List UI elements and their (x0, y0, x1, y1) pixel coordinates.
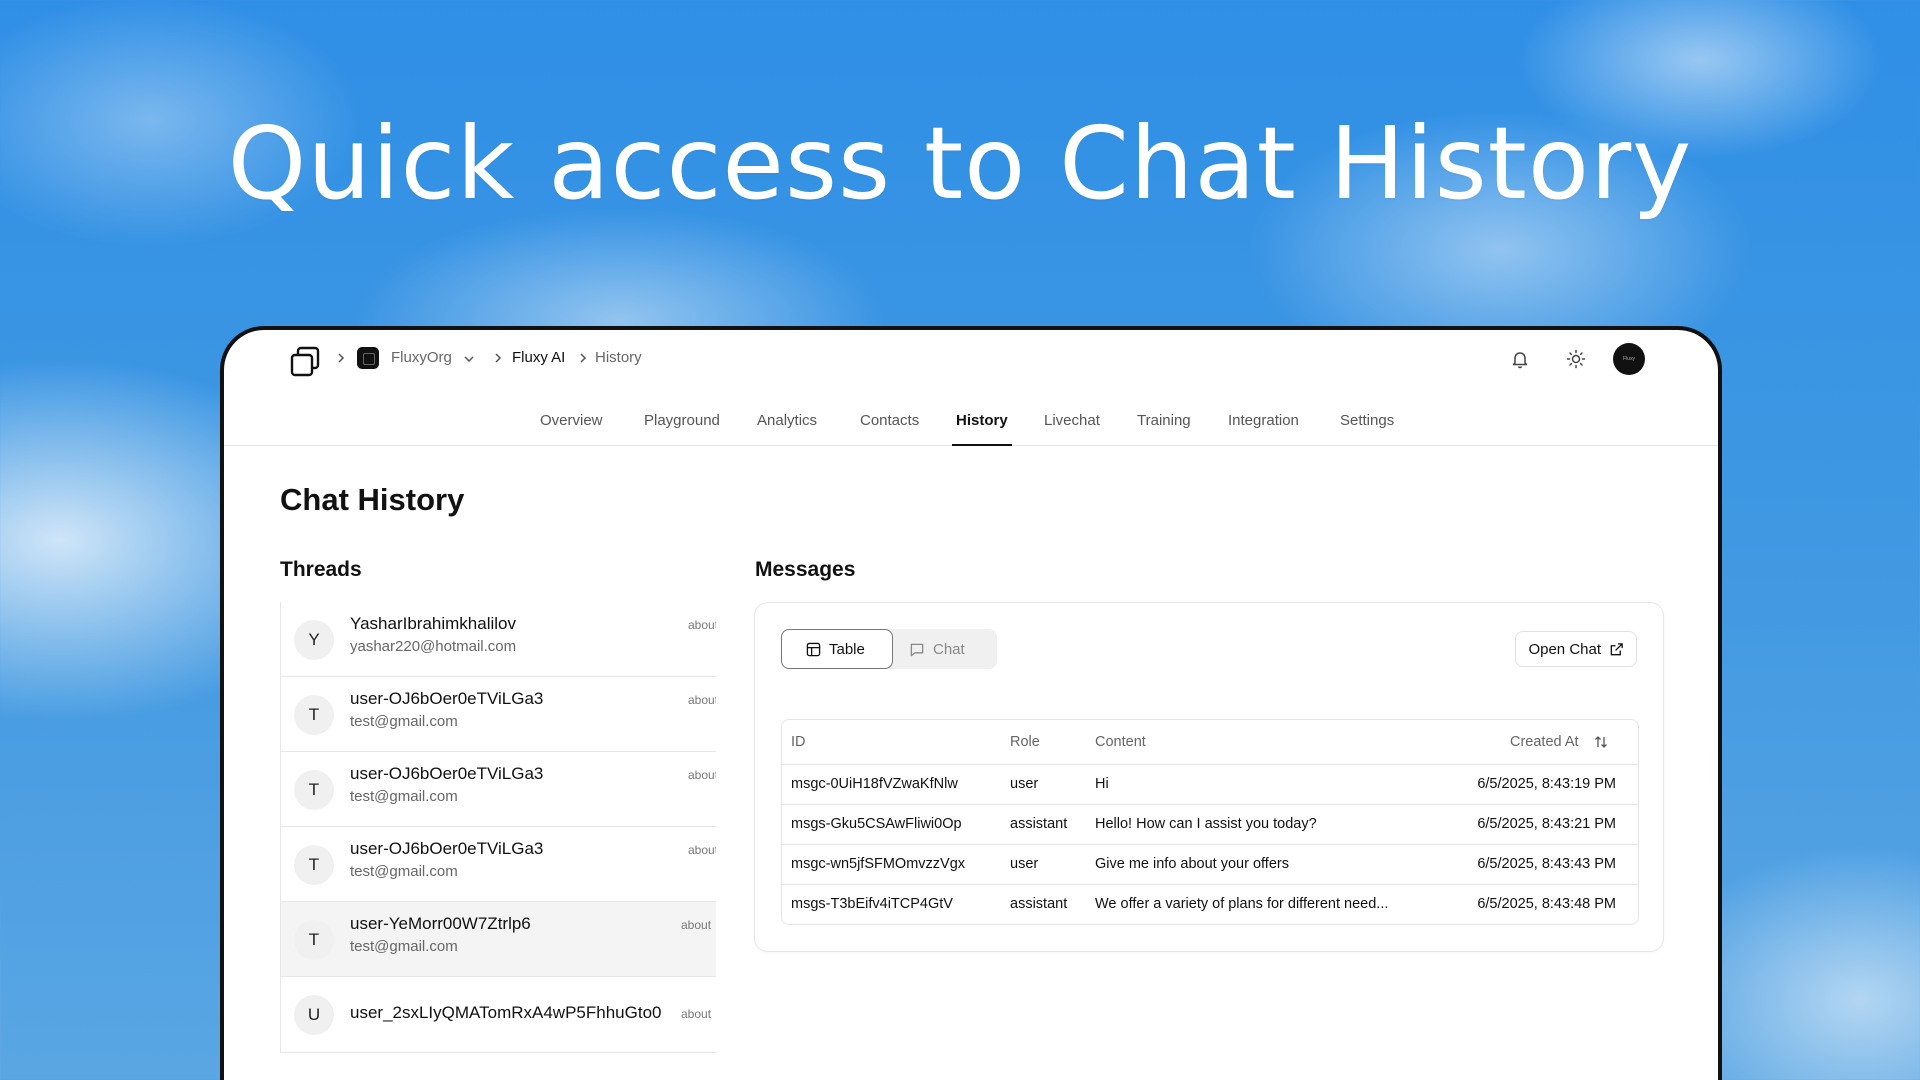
thread-time: about (688, 843, 716, 857)
cell-role: user (1001, 764, 1086, 805)
cell-id: msgs-Gku5CSAwFliwi0Op (782, 804, 1001, 845)
chat-view-label: Chat (933, 640, 965, 658)
thread-avatar: T (294, 845, 334, 885)
sort-icon[interactable] (1593, 734, 1609, 750)
col-role: Role (1001, 720, 1086, 765)
sun-icon[interactable] (1564, 347, 1588, 371)
cell-id: msgs-T3bEifv4iTCP4GtV (791, 896, 953, 913)
cell-content: Hello! How can I assist you today? (1086, 804, 1440, 845)
thread-item[interactable]: T user-OJ6bOer0eTViLGa3 test@gmail.com a… (281, 827, 716, 902)
chat-view-button[interactable]: Chat (893, 629, 997, 669)
thread-name: user_2sxLIyQMATomRxA4wP5FhhuGto0 (350, 1003, 662, 1022)
col-created-at-label: Created At (1510, 733, 1579, 750)
top-bar: FluxyOrg Fluxy AI History Fluxy (224, 330, 1718, 390)
messages-table: ID Role Content Created At msgc-0UiH18fV… (781, 719, 1639, 925)
table-header-row: ID Role Content Created At (782, 720, 1638, 765)
app-logo-icon[interactable] (288, 345, 322, 379)
thread-avatar: T (294, 695, 334, 735)
breadcrumb-page: History (595, 349, 642, 366)
cell-id: msgc-wn5jfSFMOmvzzVgx (782, 844, 1001, 885)
thread-name: user-OJ6bOer0eTViLGa3 (350, 839, 544, 858)
thread-time: about (681, 918, 712, 932)
cell-created-at: 6/5/2025, 8:43:43 PM (1440, 844, 1638, 885)
open-chat-label: Open Chat (1528, 640, 1601, 658)
cell-created-at: 6/5/2025, 8:43:19 PM (1440, 764, 1638, 805)
thread-email: test@gmail.com (350, 713, 458, 730)
breadcrumb-project[interactable]: Fluxy AI (512, 349, 565, 366)
hero-title: Quick access to Chat History (227, 105, 1693, 222)
table-row[interactable]: msgs-Gku5CSAwFliwi0Op assistant Hello! H… (782, 804, 1638, 845)
thread-time: about (688, 768, 716, 782)
thread-time: about (681, 1007, 712, 1021)
thread-email: test@gmail.com (350, 788, 458, 805)
tab-analytics[interactable]: Analytics (757, 412, 817, 446)
thread-avatar: Y (294, 620, 334, 660)
table-row[interactable]: msgc-wn5jfSFMOmvzzVgx user Give me info … (782, 844, 1638, 885)
messages-card: Table Chat Open Chat ID Role Content Cre… (754, 602, 1664, 952)
chevron-right-icon (495, 353, 502, 363)
table-row[interactable]: msgs-T3bEifv4iTCP4GtV assistant We offer… (782, 884, 1638, 924)
tab-overview[interactable]: Overview (540, 412, 603, 446)
bell-icon[interactable] (1508, 347, 1532, 371)
tab-settings[interactable]: Settings (1340, 412, 1394, 446)
table-row[interactable]: msgc-0UiH18fVZwaKfNlw user Hi 6/5/2025, … (782, 764, 1638, 805)
app-window: FluxyOrg Fluxy AI History Fluxy Overview… (220, 326, 1722, 1080)
thread-email: yashar220@hotmail.com (350, 638, 517, 655)
chat-bubble-icon (910, 643, 924, 656)
thread-time: about (688, 618, 716, 632)
thread-avatar: U (294, 995, 334, 1035)
cell-role: assistant (1001, 804, 1086, 845)
table-view-label: Table (829, 640, 865, 658)
col-created-at[interactable]: Created At (1440, 720, 1638, 765)
col-id: ID (782, 720, 1001, 765)
page-title: Chat History (280, 482, 465, 517)
thread-avatar: T (294, 920, 334, 960)
messages-title: Messages (755, 558, 856, 581)
table-view-button[interactable]: Table (781, 629, 893, 669)
table-icon (806, 642, 821, 656)
thread-item-selected[interactable]: T user-YeMorr00W7Ztrlp6 test@gmail.com a… (281, 902, 716, 977)
cell-created-at: 6/5/2025, 8:43:48 PM (1477, 896, 1616, 913)
cell-created-at: 6/5/2025, 8:43:21 PM (1440, 804, 1638, 845)
chevron-right-icon (338, 353, 345, 363)
thread-name: user-OJ6bOer0eTViLGa3 (350, 764, 544, 783)
cell-role: user (1001, 844, 1086, 885)
thread-name: YasharIbrahimkhalilov (350, 614, 516, 633)
chevron-down-icon[interactable] (462, 352, 476, 366)
cell-content: Give me info about your offers (1086, 844, 1440, 885)
thread-item[interactable]: T user-OJ6bOer0eTViLGa3 test@gmail.com a… (281, 677, 716, 752)
cell-content: We offer a variety of plans for differen… (1095, 896, 1389, 913)
threads-list: Y YasharIbrahimkhalilov yashar220@hotmai… (280, 602, 716, 1053)
thread-item[interactable]: T user-OJ6bOer0eTViLGa3 test@gmail.com a… (281, 752, 716, 827)
col-content: Content (1086, 720, 1440, 765)
open-chat-button[interactable]: Open Chat (1515, 631, 1637, 667)
threads-title: Threads (280, 558, 362, 581)
thread-email: test@gmail.com (350, 863, 458, 880)
thread-name: user-YeMorr00W7Ztrlp6 (350, 914, 531, 933)
cell-content: Hi (1086, 764, 1440, 805)
cell-role: assistant (1010, 896, 1068, 913)
tab-history[interactable]: History (952, 412, 1012, 446)
tab-playground[interactable]: Playground (644, 412, 720, 446)
tab-integration[interactable]: Integration (1228, 412, 1299, 446)
tab-contacts[interactable]: Contacts (860, 412, 919, 446)
external-link-icon (1610, 642, 1623, 655)
user-avatar[interactable]: Fluxy (1613, 343, 1645, 375)
thread-item[interactable]: Y YasharIbrahimkhalilov yashar220@hotmai… (281, 602, 716, 677)
thread-email: test@gmail.com (350, 938, 458, 955)
thread-name: user-OJ6bOer0eTViLGa3 (350, 689, 544, 708)
thread-time: about (688, 693, 716, 707)
tab-training[interactable]: Training (1137, 412, 1191, 446)
view-toggle: Table Chat (781, 629, 997, 669)
org-logo-icon (357, 347, 379, 369)
nav-tabs: Overview Playground Analytics Contacts H… (224, 390, 1718, 446)
tab-livechat[interactable]: Livechat (1044, 412, 1100, 446)
breadcrumb-org[interactable]: FluxyOrg (391, 349, 452, 366)
thread-avatar: T (294, 770, 334, 810)
thread-item[interactable]: U user_2sxLIyQMATomRxA4wP5FhhuGto0 about (281, 977, 716, 1052)
chevron-right-icon (580, 353, 587, 363)
cell-id: msgc-0UiH18fVZwaKfNlw (782, 764, 1001, 805)
